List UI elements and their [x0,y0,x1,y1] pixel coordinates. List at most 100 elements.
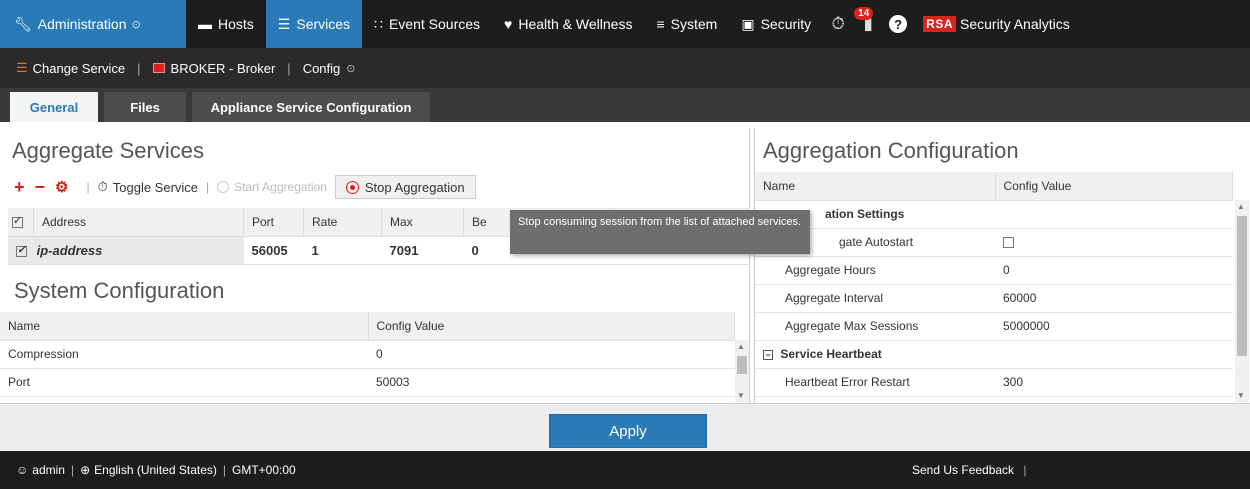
nav-system[interactable]: ≡ System [644,0,729,48]
table-row[interactable]: Port 50003 [0,368,735,397]
stop-aggregation-label: Stop Aggregation [364,179,465,195]
nav-security-label: Security [760,16,812,32]
config-name: Port [0,368,368,397]
divider: | [86,180,90,194]
start-aggregation-label: Start Aggregation [234,180,327,194]
right-panel: Aggregation Configuration Name Config Va… [754,128,1250,403]
stop-aggregation-tooltip: Stop consuming session from the list of … [510,210,810,254]
table-row[interactable]: Compression 0 [0,340,735,369]
table-row[interactable]: Heartbeat Error Restart 300 [755,368,1233,397]
hosts-icon: ▬ [198,16,212,32]
config-name: Compression [0,340,368,369]
aggregation-config-scrollbar[interactable]: ▲ ▼ [1235,200,1249,402]
toggle-service-label: Toggle Service [112,179,199,195]
scroll-down-icon[interactable]: ▼ [737,391,745,400]
tab-appliance-service-configuration[interactable]: Appliance Service Configuration [192,92,430,122]
column-header[interactable]: Config Value [995,172,1233,201]
aggregation-configuration-title: Aggregation Configuration [763,138,1019,163]
timer-icon[interactable]: ⏱︎ [823,0,853,48]
change-service-button[interactable]: ☰ Change Service [16,60,125,76]
select-all-checkbox[interactable] [8,208,34,237]
column-header[interactable]: Config Value [368,312,735,341]
send-feedback-label: Send Us Feedback [912,463,1015,477]
toggle-icon: ⏱︎ [97,179,108,194]
nav-health-label: Health & Wellness [518,16,633,32]
config-value[interactable]: 60000 [995,284,1233,313]
scroll-up-icon[interactable]: ▲ [737,342,745,351]
view-label: Config [302,60,341,76]
group-row-aggregation-settings[interactable]: ation Settings [755,200,1233,229]
notifications-icon[interactable]: 14 ▮ [853,0,883,48]
start-aggregation-button[interactable]: Start Aggregation [217,180,327,194]
send-feedback-link[interactable]: Send Us Feedback | [912,463,1033,477]
view-selector[interactable]: Config ⊙ [303,61,356,76]
brand-box: RSA [923,16,956,32]
max-cell: 7091 [381,236,464,265]
globe-icon: ⊕ [80,463,91,477]
nav-system-label: System [670,16,718,32]
table-row[interactable] [0,396,735,402]
column-header[interactable]: Port [243,208,304,237]
user-icon: ☺ [16,463,29,477]
stop-aggregation-button[interactable]: Stop Aggregation [334,175,476,199]
notifications-badge: 14 [854,7,874,20]
column-header[interactable]: Name [0,312,369,341]
nav-event-sources[interactable]: ∷ Event Sources [362,0,492,48]
tab-general[interactable]: General [10,92,98,122]
nav-security[interactable]: ▣ Security [729,0,823,48]
config-value[interactable]: 5000000 [995,312,1233,341]
scroll-thumb[interactable] [737,356,747,374]
play-icon [217,181,230,193]
divider: | [206,180,210,194]
nav-services[interactable]: ☰ Services [265,0,363,48]
collapse-icon[interactable]: − [763,350,773,360]
table-row[interactable]: Aggregate Hours 0 [755,256,1233,285]
username[interactable]: admin [32,463,65,477]
add-icon[interactable]: + [14,177,25,198]
rate-cell: 1 [303,236,382,265]
config-value[interactable]: 0 [368,340,735,369]
change-service-label: Change Service [32,60,126,76]
left-panel: Aggregate Services + − ⚙ | ⏱︎ Toggle Ser… [0,128,750,403]
scroll-thumb[interactable] [1237,216,1247,356]
nav-services-label: Services [296,16,351,32]
column-header[interactable]: Name [755,172,996,201]
group-label: Service Heartbeat [780,347,882,361]
group-label: ation Settings [755,200,1233,229]
config-value[interactable]: 300 [995,368,1233,397]
apply-button[interactable]: Apply [549,414,707,448]
group-row-service-heartbeat[interactable]: − Service Heartbeat [755,340,1233,369]
services-icon: ☰ [277,15,291,32]
config-value[interactable]: 50003 [368,368,735,397]
nav-health-wellness[interactable]: ♥ Health & Wellness [492,0,644,48]
gear-icon[interactable]: ⚙ [55,178,68,196]
aggregate-autostart-checkbox[interactable] [1003,237,1014,249]
column-header[interactable]: Rate [303,208,382,237]
brand-logo: RSA Security Analytics [923,16,1070,32]
row-checkbox[interactable] [16,243,27,257]
tab-files[interactable]: Files [104,92,186,122]
config-value[interactable]: 0 [995,256,1233,285]
rss-icon: ∷ [374,15,383,32]
column-header[interactable]: Address [33,208,244,237]
aggregation-configuration-table: Name Config Value ation Settings gate Au… [755,172,1233,397]
nav-hosts[interactable]: ▬ Hosts [186,0,266,48]
toggle-service-button[interactable]: ⏱︎ Toggle Service [98,179,198,195]
table-row[interactable]: Aggregate Max Sessions 5000000 [755,312,1233,341]
table-row[interactable]: gate Autostart [755,228,1233,257]
system-config-scrollbar[interactable]: ▲ ▼ [735,340,749,402]
table-row[interactable]: Aggregate Interval 60000 [755,284,1233,313]
help-icon[interactable]: ? [883,0,913,48]
address-cell[interactable]: ip-address [8,236,244,265]
chevron-down-icon: ⊙ [346,62,356,75]
language-selector[interactable]: English (United States) [94,463,217,477]
timezone: GMT+00:00 [232,463,296,477]
scroll-up-icon[interactable]: ▲ [1237,202,1245,211]
remove-icon[interactable]: − [35,177,46,198]
service-selector[interactable]: BROKER - Broker [152,61,275,76]
nav-administration[interactable]: 🔧︎ Administration ⊙ [0,0,186,48]
column-header[interactable]: Max [381,208,464,237]
divider: | [1023,463,1027,477]
config-name: Aggregate Hours [755,256,995,285]
scroll-down-icon[interactable]: ▼ [1237,391,1245,400]
